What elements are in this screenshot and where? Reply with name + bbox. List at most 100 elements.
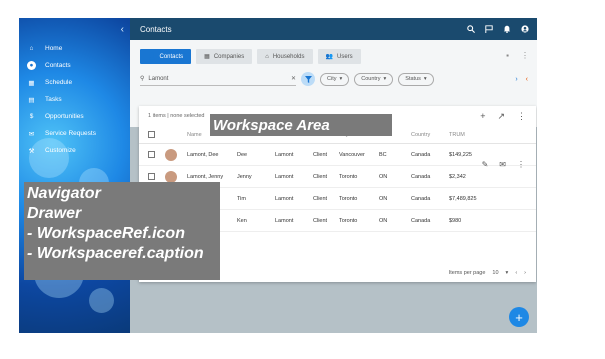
add-icon[interactable]: + [480,111,485,122]
navigator-drawer: ‹ ⌂ Home ● Contacts ▦ Schedule ▤ Tasks $ Opportun… [19,18,130,333]
table-cell: Toronto [339,173,358,180]
flag-icon[interactable] [485,25,493,33]
collapse-drawer-icon[interactable]: ‹ [121,24,124,35]
tab-households[interactable]: ⌂ Households [257,49,313,64]
table-cell: Lamont, Jenny [187,173,224,180]
sidebar-item-tasks[interactable]: ▤ Tasks [19,91,130,108]
table-cell: Jenny [237,173,252,180]
table-cell: Dee [237,151,248,158]
calendar-icon: ▦ [28,79,35,87]
table-cell: $2,342 [449,173,466,180]
prev-page-icon[interactable]: ‹ [515,270,517,276]
mail-icon: ✉ [28,130,35,138]
sidebar-item-label: Tasks [45,96,62,103]
collapse-icon[interactable]: ‹ [526,76,528,83]
tab-icon: ⌂ [265,53,269,60]
search-icon[interactable] [467,25,475,33]
bell-icon[interactable] [503,25,511,33]
filter-chip-status[interactable]: Status ▾ [398,72,434,86]
tab-label: Households [272,53,305,60]
table-cell: ON [379,195,388,202]
rows-per-page-select[interactable]: 10 [492,270,498,276]
search-icon: ⚲ [140,76,145,82]
selection-summary: 1 items | none selected [148,113,205,119]
more-vert-icon[interactable]: ⋮ [517,111,526,122]
column-header-country[interactable]: Country [411,132,449,138]
table-cell: Lamont [275,195,294,202]
avatar [165,170,177,183]
dollar-icon: $ [29,113,34,120]
home-icon: ⌂ [29,45,34,52]
more-vert-icon[interactable]: ⋮ [517,160,525,169]
row-checkbox[interactable] [148,151,155,158]
chevron-down-icon: ▾ [423,76,427,82]
table-cell: Toronto [339,217,358,224]
sidebar-item-label: Service Requests [45,130,96,137]
filter-chip-label: Country [361,76,381,82]
navigator-drawer-annotation: Navigator Drawer - WorkspaceRef.icon - W… [24,182,220,280]
sidebar-item-label: Customize [45,147,76,154]
sidebar-item-service-requests[interactable]: ✉ Service Requests [19,125,130,142]
table-cell: BC [379,151,387,158]
add-fab-button[interactable]: + [509,307,529,327]
rows-per-page-label: Items per page [448,270,486,276]
save-icon[interactable]: ▪ [506,51,509,60]
account-icon[interactable] [521,25,529,33]
trending-icon[interactable]: ↗ [497,111,505,122]
workspace-area-annotation: Workspace Area [210,114,392,136]
tab-label: Contacts [159,53,184,60]
page-title: Contacts [140,24,172,34]
row-checkbox[interactable] [148,173,155,180]
tab-label: Users [337,53,353,60]
add-icon: + [515,309,523,325]
table-cell: Canada [411,217,431,224]
tab-companies[interactable]: ▦ Companies [196,49,253,64]
tab-icon: 👥 [325,54,333,60]
table-cell: Client [313,195,328,202]
tab-icon: 👤 [148,54,156,60]
table-cell: Client [313,173,328,180]
pagination: Items per page 10 ▾ ‹ › [449,270,526,276]
table-row[interactable]: Lamont, Dee Dee Lamont Client Vancouver BC Can… [139,144,536,166]
table-cell: $149,225 [449,151,472,158]
tab-users[interactable]: 👥 Users [317,49,361,64]
search-input[interactable]: ⚲ Lamont ✕ [140,72,296,86]
tab-contacts[interactable]: 👤 Contacts [140,49,192,64]
next-page-icon[interactable]: › [524,270,526,276]
search-value: Lamont [148,75,169,82]
app-window: ‹ ⌂ Home ● Contacts ▦ Schedule ▤ Tasks $ Opportun… [19,18,537,333]
sidebar-item-label: Home [45,45,63,52]
column-header-trum[interactable]: TRUM [449,132,497,138]
clear-icon[interactable]: ✕ [291,75,296,82]
sidebar-item-opportunities[interactable]: $ Opportunities [19,108,130,125]
table-cell: Lamont [275,151,294,158]
edit-icon[interactable]: ✎ [482,160,489,169]
annotation-line: - Workspaceref.caption [27,245,204,262]
sidebar-item-home[interactable]: ⌂ Home [19,40,130,57]
table-cell: Vancouver [339,151,365,158]
table-cell: Canada [411,173,431,180]
more-vert-icon[interactable]: ⋮ [521,51,529,60]
sidebar-item-contacts[interactable]: ● Contacts [19,57,130,74]
table-cell: Lamont, Dee [187,151,219,158]
table-cell: Toronto [339,195,358,202]
select-all-checkbox[interactable] [148,131,155,138]
avatar [165,148,177,161]
filter-icon [304,75,312,83]
tab-icon: ▦ [204,54,210,60]
email-icon[interactable]: ✉ [499,160,506,169]
filter-button[interactable] [301,72,315,86]
tab-label: Companies [213,53,245,60]
sidebar-item-label: Schedule [45,79,73,86]
expand-icon[interactable]: › [515,76,517,83]
account-circle-icon: ● [27,61,36,70]
chevron-down-icon: ▾ [339,76,343,82]
table-cell: Ken [237,217,247,224]
sidebar-item-schedule[interactable]: ▦ Schedule [19,74,130,91]
dropdown-icon[interactable]: ▾ [506,270,509,276]
annotation-line: - WorkspaceRef.icon [27,225,185,242]
filter-chip-country[interactable]: Country ▾ [354,72,394,86]
sidebar-item-label: Opportunities [45,113,84,120]
filter-chip-city[interactable]: City ▾ [320,72,350,86]
sidebar-item-customize[interactable]: ⚒ Customize [19,142,130,159]
